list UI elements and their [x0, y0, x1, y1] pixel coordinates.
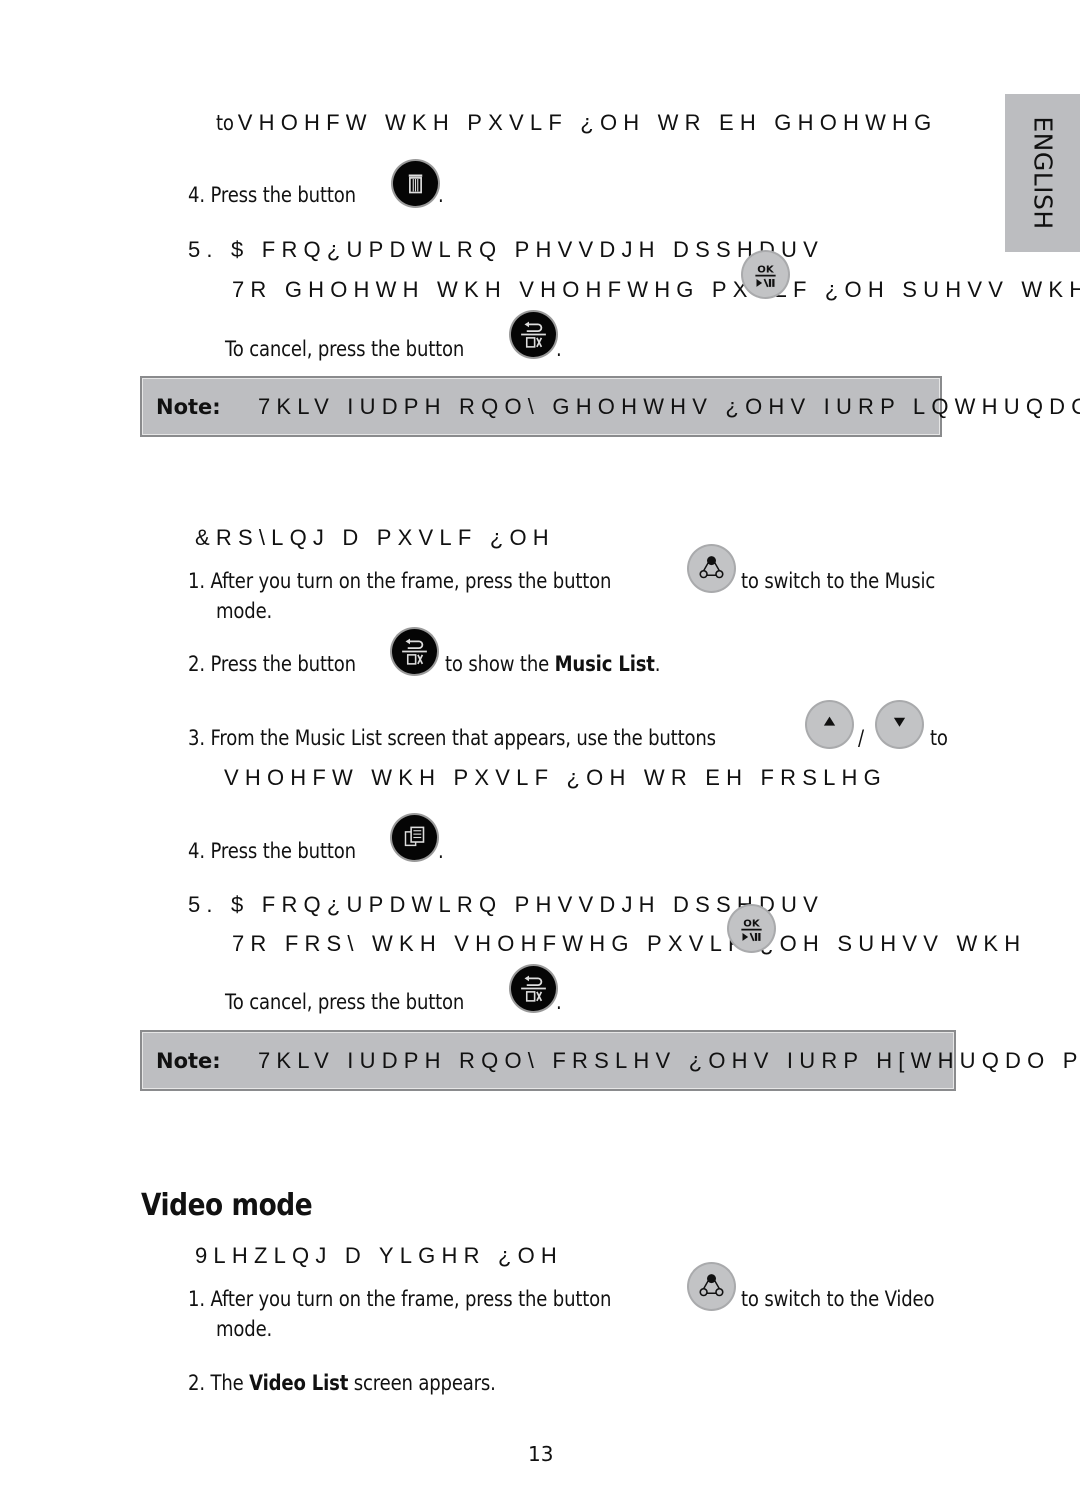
- copy-step3-garbled: VHOHFW WKH PXVLF ¿OH WR EH FRSLHG: [224, 765, 887, 790]
- page-number: 13: [528, 1442, 554, 1466]
- video-step1-text: 1. After you turn on the frame, press th…: [188, 1287, 612, 1311]
- back-exit-icon: [511, 966, 556, 1011]
- step-text: 2. The: [188, 1371, 244, 1395]
- up-arrow-icon: [807, 702, 852, 747]
- delete-note-text: 7KLV IUDPH RQO\ GHOHWHV ¿OHV IURP LQWHUQ…: [258, 394, 1080, 419]
- video-mode-heading: Video mode: [141, 1188, 313, 1223]
- down-arrow-icon: [877, 702, 922, 747]
- step-text: to: [216, 111, 234, 135]
- back-exit-icon: [392, 629, 437, 674]
- copy-step2-text-after: to show the Music List.: [445, 652, 661, 676]
- copy-step2-text: 2. Press the button: [188, 652, 356, 676]
- delete-cancel-text: To cancel, press the button: [225, 337, 465, 361]
- period: .: [556, 990, 562, 1014]
- copy-icon: [392, 815, 437, 860]
- period: .: [438, 839, 444, 863]
- back-exit-icon: [511, 312, 556, 357]
- copy-step1-text-after: to switch to the Music: [741, 569, 936, 593]
- video-section-subtitle: 9LHZLQJ D YLGHR ¿OH: [195, 1243, 564, 1268]
- copy-step5-line2: 7R FRS\ WKH VHOHFWHG PXVLF ¿OH SUHVV WKH: [232, 931, 1027, 956]
- svg-text:OK: OK: [743, 918, 761, 929]
- video-list-label: Video List: [249, 1371, 349, 1395]
- video-step1-text-after: to switch to the Video: [741, 1287, 935, 1311]
- delete-step4-text: 4. Press the button: [188, 183, 356, 207]
- copy-step3-text-after: to: [930, 726, 948, 750]
- language-tab-label: ENGLISH: [1028, 116, 1057, 230]
- delete-step5-line2: 7R GHOHWH WKH VHOHFWHG PXVLF ¿OH SUHVV W…: [232, 277, 1080, 302]
- video-step2-text: 2. The Video List screen appears.: [188, 1371, 496, 1395]
- copy-step3-text: 3. From the Music List screen that appea…: [188, 726, 716, 750]
- ok-play-pause-icon: OK: [729, 906, 774, 951]
- separator: /: [858, 726, 864, 750]
- note-label: Note:: [156, 1049, 221, 1073]
- copy-step1-text: 1. After you turn on the frame, press th…: [188, 569, 612, 593]
- note-label: Note:: [156, 395, 221, 419]
- language-tab: ENGLISH: [1005, 94, 1080, 252]
- garbled-text: VHOHFW WKH PXVLF ¿OH WR EH GHOHWHG: [237, 110, 938, 135]
- step-text: to show the: [445, 652, 550, 676]
- delete-trash-icon: [393, 161, 438, 206]
- delete-step5-line1: 5. $ FRQ¿UPDWLRQ PHVVDJH DSSHDUV: [188, 237, 825, 262]
- period: .: [654, 652, 661, 676]
- period: .: [556, 337, 562, 361]
- step-text: screen appears.: [353, 1371, 496, 1395]
- delete-step3-continuation: to VHOHFW WKH PXVLF ¿OH WR EH GHOHWHG: [216, 110, 937, 136]
- music-list-label: Music List: [554, 652, 655, 676]
- copy-note-text: 7KLV IUDPH RQO\ FRSLHV ¿OHV IURP H[WHUQD…: [258, 1048, 1080, 1073]
- video-step1-wrap: mode.: [216, 1317, 273, 1341]
- ok-play-pause-icon: OK: [743, 252, 788, 297]
- mode-switch-icon: [689, 546, 734, 591]
- copy-section-title: &RS\LQJ D PXVLF ¿OH: [195, 525, 555, 550]
- copy-step1-wrap: mode.: [216, 599, 273, 623]
- copy-cancel-text: To cancel, press the button: [225, 990, 465, 1014]
- copy-step4-text: 4. Press the button: [188, 839, 356, 863]
- period: .: [438, 183, 444, 207]
- svg-text:OK: OK: [757, 264, 775, 275]
- mode-switch-icon: [689, 1264, 734, 1309]
